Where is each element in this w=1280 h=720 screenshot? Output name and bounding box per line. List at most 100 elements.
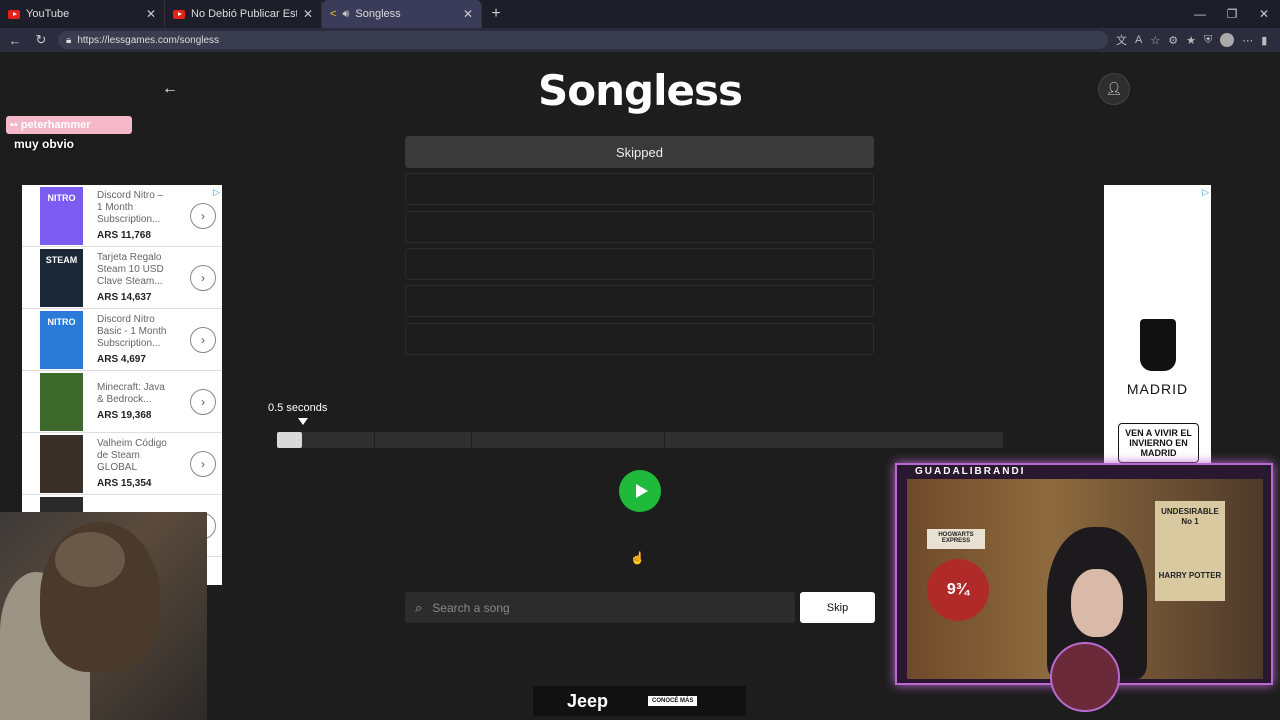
- skip-button[interactable]: Skip: [800, 592, 875, 623]
- chevron-right-icon[interactable]: ›: [190, 202, 216, 229]
- audio-progress-track: [277, 432, 1003, 448]
- ad-bottom-cta[interactable]: CONOCÉ MÁS: [648, 696, 698, 706]
- speaker-icon[interactable]: 🔊︎: [342, 8, 349, 21]
- product-thumbnail: [40, 372, 83, 431]
- poster-number: No 1: [1181, 517, 1199, 526]
- chat-username: ▪▪ peterhammer: [6, 116, 132, 134]
- otter-video-overlay: [0, 512, 207, 720]
- ad-bottom[interactable]: Jeep CONOCÉ MÁS: [533, 686, 746, 716]
- tab-label: YouTube: [26, 8, 70, 20]
- ad-product-row[interactable]: Valheim Código de Steam GLOBAL ARS 15,354 ›: [22, 433, 222, 495]
- cursor-hand-icon: ☝: [630, 551, 645, 565]
- profile-avatar[interactable]: [1220, 33, 1235, 47]
- refresh-icon[interactable]: ↻: [32, 32, 50, 48]
- ad-product-row[interactable]: NITRO Discord Nitro –1 Month Subscription.…: [22, 185, 222, 247]
- ad-list: NITRO Discord Nitro –1 Month Subscription.…: [22, 185, 222, 557]
- guess-slot-6: [405, 323, 874, 355]
- chat-badge-icon: ▪▪: [10, 119, 18, 131]
- close-icon[interactable]: ✕: [146, 7, 156, 21]
- ad-product-row[interactable]: NITRO Discord Nitro Basic - 1 Month Subscri…: [22, 309, 222, 371]
- otter-head: [55, 532, 125, 587]
- hogwarts-sign: HOGWARTS EXPRESS: [927, 529, 985, 549]
- shield-icon[interactable]: ⛨: [1204, 34, 1212, 47]
- chevron-right-icon[interactable]: ›: [190, 388, 216, 415]
- restore-icon[interactable]: ❐: [1216, 7, 1248, 21]
- adchoices-icon[interactable]: ▷: [213, 187, 220, 198]
- youtube-icon: [173, 9, 185, 19]
- product-text: Discord Nitro Basic - 1 Month Subscription…: [97, 314, 176, 366]
- extensions-icon[interactable]: ⚙: [1168, 34, 1178, 47]
- page-title: Songless: [538, 66, 743, 115]
- ad-product-row[interactable]: Minecraft: Java & Bedrock... ARS 19,368 ›: [22, 371, 222, 433]
- sidebar-icon[interactable]: ▮: [1261, 34, 1267, 47]
- streamer-name: GUADALIBRANDI: [915, 466, 1026, 477]
- product-title: Tarjeta Regalo: [97, 251, 162, 263]
- product-text: Minecraft: Java & Bedrock... ARS 19,368: [97, 382, 176, 422]
- guess-slot-4: [405, 248, 874, 280]
- product-title: Discord Nitro: [97, 313, 155, 325]
- ad-right[interactable]: ▷ MADRID VEN A VIVIR EL INVIERNO EN MADR…: [1104, 185, 1211, 475]
- chevron-right-icon[interactable]: ›: [190, 326, 216, 353]
- tab-label: Songless: [355, 8, 401, 20]
- address-bar[interactable]: 🔒︎ https://lessgames.com/songless: [58, 31, 1108, 49]
- chevron-right-icon[interactable]: ›: [190, 264, 216, 291]
- guess-status: Skipped: [616, 144, 663, 160]
- chevron-right-icon[interactable]: ›: [190, 450, 216, 477]
- user-icon[interactable]: 👤︎: [1098, 73, 1130, 105]
- product-title: Subscription...: [97, 337, 161, 349]
- tab-youtube-video[interactable]: No Debió Publicar Esto - YouTube ✕: [165, 0, 322, 28]
- minimize-icon[interactable]: —: [1184, 7, 1216, 21]
- adchoices-icon[interactable]: ▷: [1202, 187, 1209, 198]
- url-text: https://lessgames.com/songless: [77, 34, 220, 46]
- guess-slot-1: Skipped: [405, 136, 874, 168]
- product-thumbnail: STEAM: [40, 248, 83, 307]
- tab-label: No Debió Publicar Esto - YouTube: [191, 8, 297, 20]
- progress-marker-icon: [298, 418, 308, 425]
- product-thumbnail: NITRO: [40, 186, 83, 245]
- product-text: Tarjeta Regalo Steam 10 USD Clave Steam...…: [97, 252, 176, 304]
- guess-slot-3: [405, 211, 874, 243]
- product-text: Discord Nitro –1 Month Subscription... ARS…: [97, 190, 176, 242]
- new-tab-icon[interactable]: +: [482, 5, 510, 23]
- read-aloud-icon[interactable]: A: [1135, 34, 1142, 46]
- platform-sign: 9¾: [927, 559, 989, 621]
- product-price: ARS 15,354: [97, 477, 152, 489]
- window-controls: — ❐ ✕: [1184, 0, 1280, 28]
- address-bar-row: ← ↻ 🔒︎ https://lessgames.com/songless 文 …: [0, 28, 1280, 52]
- product-title: Steam 10 USD: [97, 263, 164, 275]
- youtube-icon: [8, 9, 20, 19]
- ad-cta[interactable]: VEN A VIVIR EL INVIERNO EN MADRID: [1118, 423, 1199, 463]
- product-thumbnail: NITRO: [40, 310, 83, 369]
- tab-youtube[interactable]: YouTube ✕: [0, 0, 165, 28]
- favorites-icon[interactable]: ★: [1186, 34, 1196, 47]
- close-icon[interactable]: ✕: [303, 7, 313, 21]
- translate-icon[interactable]: 文: [1116, 32, 1127, 48]
- product-title: Clave Steam...: [97, 275, 163, 287]
- guess-slot-2: [405, 173, 874, 205]
- segment-divider: [374, 432, 375, 448]
- play-button[interactable]: [619, 470, 661, 512]
- close-window-icon[interactable]: ✕: [1248, 7, 1280, 21]
- tab-songless[interactable]: < 🔊︎ Songless ✕: [322, 0, 482, 28]
- streamer-avatar: [1050, 642, 1120, 712]
- chat-user-label: peterhammer: [20, 119, 91, 131]
- product-title: Basic - 1 Month: [97, 325, 167, 337]
- search-box[interactable]: ⌕: [405, 592, 795, 623]
- back-nav-icon[interactable]: ←: [6, 33, 24, 48]
- product-title: de Steam: [97, 449, 140, 461]
- search-input[interactable]: [432, 600, 763, 615]
- product-price: ARS 14,637: [97, 291, 152, 303]
- product-title: Subscription...: [97, 213, 161, 225]
- poster-title: UNDESIRABLE: [1161, 507, 1219, 516]
- product-title: & Bedrock...: [97, 393, 152, 405]
- favorite-star-icon[interactable]: ☆: [1150, 34, 1160, 47]
- toolbar-icons: 文 A ☆ ⚙ ★ ⛨ ⋯ ▮: [1116, 32, 1267, 48]
- close-icon[interactable]: ✕: [463, 7, 473, 21]
- ad-product-row[interactable]: STEAM Tarjeta Regalo Steam 10 USD Clave Ste…: [22, 247, 222, 309]
- lock-icon: 🔒︎: [66, 34, 72, 46]
- jeep-logo: Jeep: [567, 690, 609, 711]
- more-menu-icon[interactable]: ⋯: [1242, 34, 1253, 47]
- product-price: ARS 11,768: [97, 229, 151, 241]
- madrid-crest-logo: [1140, 319, 1176, 371]
- streamer-face: [1071, 569, 1123, 637]
